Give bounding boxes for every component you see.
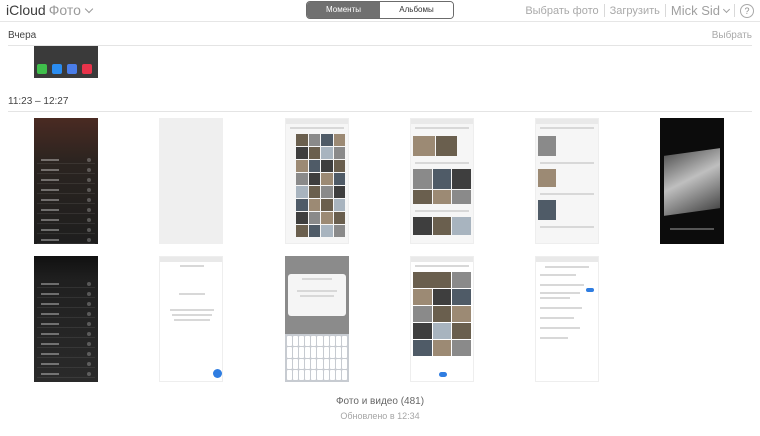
photo-count: Фото и видео (481) [335, 396, 425, 407]
photo-thumbnail[interactable] [159, 256, 223, 382]
photo-thumbnail[interactable] [535, 118, 599, 244]
section-divider [8, 111, 752, 112]
tab-albums[interactable]: Альбомы [380, 2, 453, 18]
select-button[interactable]: Выбрать [712, 30, 752, 41]
photo-thumbnail[interactable] [410, 118, 474, 244]
photo-thumbnail[interactable] [34, 256, 98, 382]
app-icon [82, 64, 92, 74]
photo-thumbnail[interactable] [410, 256, 474, 382]
chevron-down-icon [84, 4, 94, 13]
app-icon [67, 64, 77, 74]
dialog-box [288, 274, 346, 316]
photo-thumbnail[interactable] [34, 46, 98, 78]
section-title-time: 11:23 – 12:27 [8, 96, 69, 107]
user-menu[interactable]: Mick Sid [671, 3, 720, 18]
updated-status: Обновлено в 12:34 [340, 411, 420, 421]
help-icon[interactable]: ? [740, 3, 754, 18]
photo-thumbnail[interactable] [285, 256, 349, 382]
app-name: Фото [48, 2, 81, 18]
toolbar-actions: Выбрать фото Загрузить Mick Sid ? [525, 3, 754, 18]
chevron-down-icon [722, 5, 731, 13]
brand-label: iCloud [6, 2, 46, 18]
divider [603, 4, 605, 17]
app-icon [37, 64, 47, 74]
view-segmented-control: Моменты Альбомы [306, 1, 454, 19]
upload-button[interactable]: Загрузить [610, 5, 660, 17]
select-photo-button[interactable]: Выбрать фото [525, 5, 598, 17]
top-bar: iCloud Фото Моменты Альбомы Выбрать фото… [0, 0, 760, 22]
section-divider [8, 45, 752, 46]
photo-thumbnail[interactable] [660, 118, 724, 244]
photo-content [664, 148, 720, 216]
photo-thumbnail[interactable] [285, 118, 349, 244]
divider [664, 4, 666, 17]
scrubber [670, 228, 714, 230]
keyboard [285, 334, 349, 382]
section-title-yesterday: Вчера [8, 30, 37, 41]
tab-moments[interactable]: Моменты [307, 2, 380, 18]
photo-thumbnail[interactable] [34, 118, 98, 244]
photo-thumbnail[interactable] [535, 256, 599, 382]
divider [734, 4, 735, 17]
toggle-icon [586, 288, 594, 292]
cloud-icon [439, 372, 447, 377]
app-icon [52, 64, 62, 74]
add-icon [213, 369, 222, 378]
app-switcher[interactable]: iCloud Фото [6, 2, 94, 18]
photo-thumbnail[interactable] [159, 118, 223, 244]
